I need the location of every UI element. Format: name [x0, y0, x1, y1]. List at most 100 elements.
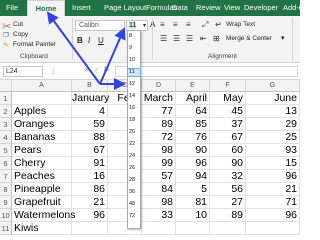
- column-header-e[interactable]: E: [176, 80, 210, 92]
- bold-icon[interactable]: B: [77, 36, 83, 45]
- format-painter-button[interactable]: Format Painter: [13, 41, 56, 48]
- chevron-down-icon[interactable]: ▾: [281, 34, 285, 42]
- cell-fruit-name[interactable]: Peaches: [12, 170, 72, 183]
- column-header-f[interactable]: F: [210, 80, 246, 92]
- cell-value[interactable]: 16: [72, 170, 108, 183]
- cell-value[interactable]: 77: [142, 105, 176, 118]
- insert-function-button[interactable]: fx: [104, 66, 109, 73]
- cell-fruit-name[interactable]: Oranges: [12, 118, 72, 131]
- tab-developer[interactable]: Developer: [244, 0, 278, 16]
- cell-value[interactable]: 59: [72, 118, 108, 131]
- cell-value[interactable]: 89: [210, 209, 246, 222]
- font-size-option[interactable]: 11: [127, 68, 141, 77]
- cell-month-header[interactable]: January: [72, 92, 109, 105]
- cell-month-header[interactable]: June: [246, 92, 300, 105]
- cell-value[interactable]: 90: [210, 157, 246, 170]
- cell-value[interactable]: 93: [246, 144, 300, 157]
- cell-value[interactable]: 81: [176, 196, 210, 209]
- cell-value[interactable]: 88: [72, 131, 108, 144]
- row-header[interactable]: 9: [0, 196, 12, 209]
- cancel-icon[interactable]: ✕: [84, 66, 89, 74]
- row-header[interactable]: 2: [0, 105, 12, 118]
- cell-value[interactable]: 15: [246, 157, 300, 170]
- tab-data[interactable]: Data: [172, 0, 188, 16]
- cell-value[interactable]: 96: [72, 209, 108, 222]
- cell-value[interactable]: 67: [210, 131, 246, 144]
- font-size-option[interactable]: 24: [128, 153, 140, 160]
- underline-icon[interactable]: U: [98, 36, 104, 45]
- orientation-icon[interactable]: ⤢: [202, 20, 208, 30]
- confirm-icon[interactable]: ✓: [94, 66, 99, 74]
- cell-value[interactable]: 32: [210, 170, 246, 183]
- formula-input[interactable]: [115, 66, 298, 77]
- cell-value[interactable]: [142, 222, 176, 235]
- cell-value[interactable]: 98: [142, 196, 176, 209]
- italic-icon[interactable]: I: [88, 36, 90, 45]
- cell-value[interactable]: 64: [176, 105, 210, 118]
- cell-value[interactable]: 67: [72, 144, 108, 157]
- cell-value[interactable]: 5: [176, 183, 210, 196]
- font-size-option[interactable]: 10: [128, 57, 140, 64]
- cell-value[interactable]: [176, 222, 210, 235]
- row-header[interactable]: 4: [0, 131, 12, 144]
- cell-value[interactable]: 57: [142, 170, 176, 183]
- indent-icon[interactable]: ⇤: [200, 34, 207, 43]
- row-header[interactable]: 7: [0, 170, 12, 183]
- font-size-option[interactable]: 14: [128, 93, 140, 100]
- tab-file[interactable]: File: [6, 0, 18, 16]
- tab-insert[interactable]: Insert: [72, 0, 91, 16]
- tab-addins[interactable]: Add-ins: [283, 0, 308, 16]
- cell-fruit-name[interactable]: Pineapple: [12, 183, 72, 196]
- name-box[interactable]: L24: [3, 66, 43, 77]
- copy-button[interactable]: Copy: [13, 31, 28, 38]
- wrap-text-button[interactable]: Wrap Text: [226, 21, 255, 28]
- font-name-box[interactable]: Calibri: [75, 20, 125, 31]
- cell-value[interactable]: 71: [246, 196, 300, 209]
- align-top-icon[interactable]: ≡: [160, 20, 165, 29]
- font-size-option[interactable]: 12: [128, 81, 140, 88]
- font-size-option[interactable]: 8: [128, 33, 140, 40]
- font-size-option[interactable]: 36: [128, 189, 140, 196]
- cell-value[interactable]: 10: [176, 209, 210, 222]
- tab-review[interactable]: Review: [196, 0, 221, 16]
- font-size-option[interactable]: 72: [128, 213, 140, 220]
- cell-fruit-name[interactable]: Cherry: [12, 157, 72, 170]
- align-middle-icon[interactable]: ≡: [173, 20, 178, 29]
- cell-value[interactable]: 99: [142, 157, 176, 170]
- cell-month-header[interactable]: April: [176, 92, 210, 105]
- row-header[interactable]: 11: [0, 222, 12, 235]
- cell-fruit-name[interactable]: [12, 92, 72, 105]
- cell-fruit-name[interactable]: Pears: [12, 144, 72, 157]
- align-right-icon[interactable]: ☰: [186, 34, 193, 43]
- cell-value[interactable]: 13: [246, 105, 300, 118]
- tab-view[interactable]: View: [224, 0, 240, 16]
- tab-page-layout[interactable]: Page Layout: [104, 0, 146, 16]
- column-header-a[interactable]: A: [12, 80, 72, 92]
- cell-value[interactable]: 21: [72, 196, 108, 209]
- cell-fruit-name[interactable]: Apples: [12, 105, 72, 118]
- cell-fruit-name[interactable]: Kiwis: [12, 222, 72, 235]
- cell-value[interactable]: 96: [246, 209, 300, 222]
- cell-value[interactable]: 72: [142, 131, 176, 144]
- font-size-option[interactable]: 16: [128, 105, 140, 112]
- font-size-dropdown[interactable]: 8 9 10 11 12 14 16 18 20 22 24 26 28 36 48 72: [127, 30, 141, 229]
- cell-value[interactable]: 94: [176, 170, 210, 183]
- row-header[interactable]: 5: [0, 144, 12, 157]
- cell-value[interactable]: 85: [176, 118, 210, 131]
- align-left-icon[interactable]: ☰: [160, 34, 167, 43]
- cell-value[interactable]: 37: [210, 118, 246, 131]
- align-bottom-icon[interactable]: ≡: [186, 20, 191, 29]
- cell-value[interactable]: 4: [72, 105, 108, 118]
- font-size-option[interactable]: 18: [128, 117, 140, 124]
- row-header[interactable]: 1: [0, 92, 12, 105]
- cell-value[interactable]: 45: [210, 105, 246, 118]
- cell-value[interactable]: 33: [142, 209, 176, 222]
- cell-value[interactable]: 96: [176, 157, 210, 170]
- cell-value[interactable]: 89: [142, 118, 176, 131]
- cell-month-header[interactable]: May: [210, 92, 246, 105]
- cell-value[interactable]: 27: [210, 196, 246, 209]
- cell-fruit-name[interactable]: Watermelons: [12, 209, 75, 222]
- tab-home[interactable]: Home: [27, 0, 65, 16]
- cell-value[interactable]: 86: [72, 183, 108, 196]
- cell-value[interactable]: [72, 222, 108, 235]
